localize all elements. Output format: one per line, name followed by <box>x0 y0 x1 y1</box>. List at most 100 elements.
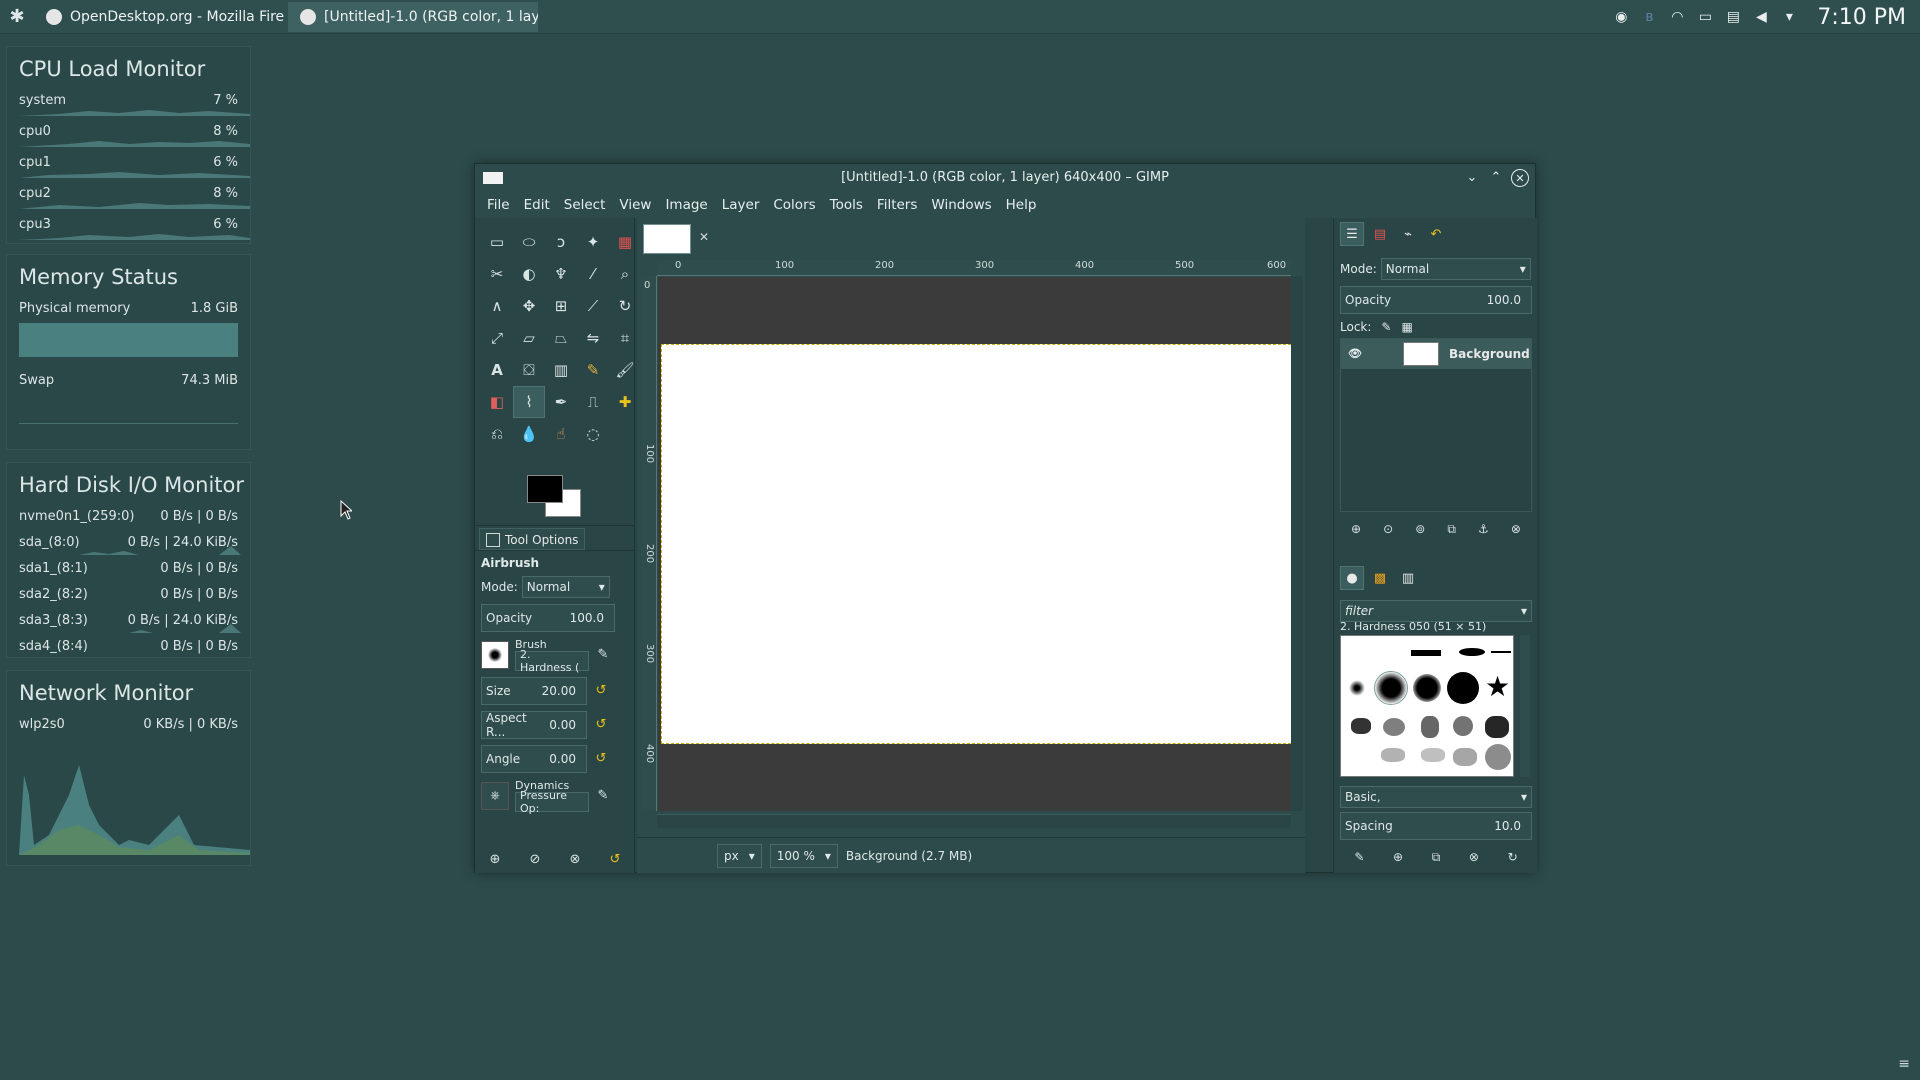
delete-brush-icon[interactable]: ⊗ <box>1469 850 1479 865</box>
eraser-icon[interactable]: ◧ <box>481 386 513 418</box>
refresh-brushes-icon[interactable]: ↻ <box>1508 850 1518 865</box>
maximize-icon[interactable]: ⌃ <box>1487 169 1505 187</box>
tray-expand-icon[interactable]: ▾ <box>1781 10 1797 24</box>
shear-icon[interactable]: ▱ <box>513 322 545 354</box>
scale-icon[interactable]: ⤢ <box>481 322 513 354</box>
channels-tab-icon[interactable]: ▤ <box>1368 222 1392 246</box>
lower-layer-icon[interactable]: ⊚ <box>1415 522 1425 537</box>
ellipse-select-icon[interactable]: ⬭ <box>513 226 545 258</box>
fg-bg-colors[interactable] <box>527 475 583 525</box>
vertical-scrollbar[interactable] <box>1291 276 1303 811</box>
menu-edit[interactable]: Edit <box>524 197 550 213</box>
edit-brush-icon[interactable]: ✎ <box>595 647 611 663</box>
menu-image[interactable]: Image <box>665 197 707 213</box>
tab-tool-options[interactable]: Tool Options <box>479 528 586 550</box>
new-layer-icon[interactable]: ⊕ <box>1351 522 1361 537</box>
horizontal-scrollbar[interactable] <box>657 814 1291 828</box>
delete-layer-icon[interactable]: ⊗ <box>1511 522 1521 537</box>
bucket-fill-icon[interactable]: ⛋ <box>513 354 545 386</box>
spacing-spinner[interactable]: Spacing 10.0 <box>1340 812 1532 840</box>
edit-dynamics-icon[interactable]: ✎ <box>595 788 611 804</box>
duplicate-layer-icon[interactable]: ⧉ <box>1447 522 1456 537</box>
mode-select[interactable]: Normal ▾ <box>521 576 610 598</box>
aspect-spinner[interactable]: Aspect R... 0.00 <box>481 711 587 739</box>
reset-size-icon[interactable]: ↺ <box>593 683 609 699</box>
foreground-color[interactable] <box>527 475 563 503</box>
angle-spinner[interactable]: Angle 0.00 <box>481 745 587 773</box>
menu-windows[interactable]: Windows <box>931 197 991 213</box>
clock[interactable]: 7:10 PM <box>1817 5 1906 30</box>
task-gimp[interactable]: [Untitled]-1.0 (RGB color, 1 layer) 64..… <box>288 1 538 32</box>
brush-preview[interactable] <box>481 640 509 669</box>
brush-grid[interactable]: ★ <box>1340 635 1514 777</box>
image-tab-thumbnail[interactable] <box>643 224 691 254</box>
zoom-select[interactable]: 100 % ▾ <box>769 843 838 868</box>
free-select-icon[interactable]: ↄ <box>545 226 577 258</box>
bluetooth-icon[interactable]: ʙ <box>1641 10 1657 24</box>
task-firefox[interactable]: OpenDesktop.org - Mozilla Firefox <box>34 2 284 32</box>
clipboard-icon[interactable]: ▤ <box>1725 10 1741 24</box>
clone-icon[interactable]: ⎍ <box>577 386 609 418</box>
perspective-icon[interactable]: ⏢ <box>545 322 577 354</box>
ink-icon[interactable]: ✒ <box>545 386 577 418</box>
lock-pixels-icon[interactable]: ✎ <box>1381 320 1391 334</box>
wifi-icon[interactable]: ◠ <box>1669 10 1685 24</box>
paths-icon[interactable]: ♆ <box>545 258 577 290</box>
delete-options-icon[interactable]: ⊗ <box>570 852 581 867</box>
size-spinner[interactable]: Size 20.00 <box>481 677 587 705</box>
save-options-icon[interactable]: ⊕ <box>490 852 501 867</box>
lock-alpha-icon[interactable]: ▦ <box>1401 320 1412 334</box>
unit-select[interactable]: px ▾ <box>717 843 762 868</box>
horizontal-ruler[interactable]: 0 100 200 300 400 500 600 <box>657 260 1291 276</box>
volume-icon[interactable]: ◀ <box>1753 10 1769 24</box>
gradient-icon[interactable]: ▥ <box>545 354 577 386</box>
minimize-icon[interactable]: ⌄ <box>1463 169 1481 187</box>
brush-tag-select[interactable]: Basic, ▾ <box>1340 786 1532 808</box>
move-icon[interactable]: ✥ <box>513 290 545 322</box>
dodge-burn-icon[interactable]: ◌ <box>577 418 609 450</box>
gradients-tab-icon[interactable]: ▥ <box>1396 566 1420 590</box>
layers-tab-icon[interactable]: ☰ <box>1340 222 1364 246</box>
layer-opacity-spinner[interactable]: Opacity 100.0 <box>1340 286 1532 314</box>
menu-view[interactable]: View <box>619 197 651 213</box>
reset-aspect-icon[interactable]: ↺ <box>593 717 609 733</box>
layer-mode-select[interactable]: Normal ▾ <box>1380 258 1531 280</box>
desktop-menu-icon[interactable]: ≡ <box>1898 1056 1910 1072</box>
menu-colors[interactable]: Colors <box>773 197 815 213</box>
menu-tools[interactable]: Tools <box>830 197 863 213</box>
steam-icon[interactable]: ◉ <box>1613 10 1629 24</box>
brushes-tab-icon[interactable]: ● <box>1340 566 1364 590</box>
menu-filters[interactable]: Filters <box>877 197 917 213</box>
duplicate-brush-icon[interactable]: ⧉ <box>1432 850 1441 865</box>
fuzzy-select-icon[interactable]: ✦ <box>577 226 609 258</box>
smudge-icon[interactable]: ☝ <box>545 418 577 450</box>
flip-icon[interactable]: ⇋ <box>577 322 609 354</box>
window-menu-icon[interactable] <box>483 172 503 184</box>
canvas-view[interactable] <box>658 277 1301 811</box>
brush-filter-input[interactable]: filter ▾ <box>1340 600 1532 622</box>
vertical-ruler[interactable]: 0 100 200 300 400 <box>641 276 657 811</box>
paths-tab-icon[interactable]: ⌁ <box>1396 222 1420 246</box>
scissors-icon[interactable]: ✂ <box>481 258 513 290</box>
gimp-titlebar[interactable]: [Untitled]-1.0 (RGB color, 1 layer) 640x… <box>475 164 1535 192</box>
menu-help[interactable]: Help <box>1006 197 1037 213</box>
reset-angle-icon[interactable]: ↺ <box>593 751 609 767</box>
brush-grid-scrollbar[interactable] <box>1520 635 1530 777</box>
undo-tab-icon[interactable]: ↶ <box>1424 222 1448 246</box>
crop-icon[interactable]: ⟋ <box>577 290 609 322</box>
menu-layer[interactable]: Layer <box>722 197 760 213</box>
text-icon[interactable]: A <box>481 354 513 386</box>
patterns-tab-icon[interactable]: ▩ <box>1368 566 1392 590</box>
menu-select[interactable]: Select <box>564 197 606 213</box>
close-image-icon[interactable]: ✕ <box>699 230 709 244</box>
anchor-icon[interactable]: ⚓ <box>1478 522 1489 537</box>
image-canvas[interactable] <box>661 344 1301 744</box>
app-launcher-icon[interactable]: ✱ <box>0 0 34 34</box>
color-picker-icon[interactable]: ⁄ <box>577 258 609 290</box>
foreground-select-icon[interactable]: ◐ <box>513 258 545 290</box>
align-icon[interactable]: ⊞ <box>545 290 577 322</box>
visibility-eye-icon[interactable]: 👁 <box>1347 348 1363 360</box>
dynamics-preview[interactable]: ⎈ <box>481 781 509 810</box>
restore-options-icon[interactable]: ⊘ <box>530 852 541 867</box>
perspective-clone-icon[interactable]: ⎌ <box>481 418 513 450</box>
